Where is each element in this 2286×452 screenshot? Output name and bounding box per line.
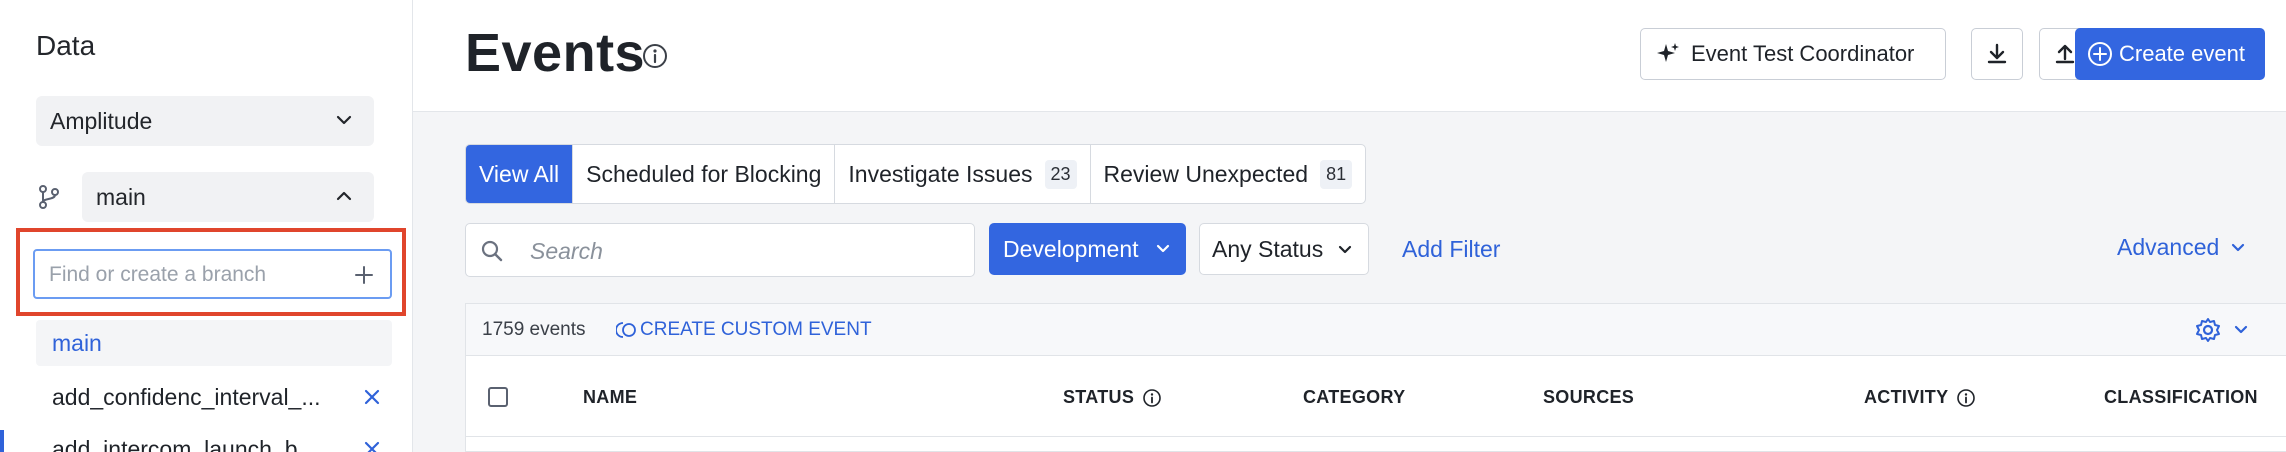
status-dropdown[interactable]: Any Status: [1199, 223, 1369, 275]
gear-icon: [2196, 318, 2220, 342]
tab-scheduled-for-blocking[interactable]: Scheduled for Blocking: [573, 145, 836, 203]
custom-event-icon: [616, 322, 636, 338]
status-label: Any Status: [1212, 235, 1324, 262]
branch-item-label: add_confidenc_interval_...: [52, 383, 321, 410]
tab-label: Scheduled for Blocking: [586, 160, 822, 187]
add-filter-link[interactable]: Add Filter: [1402, 236, 1500, 263]
column-header-name[interactable]: NAME: [583, 387, 637, 408]
main-content: Events Event Test Coordinator Create eve…: [413, 0, 2286, 452]
branch-item-label: add_intercom_launch_b...: [52, 435, 317, 452]
branch-search-field[interactable]: [33, 249, 392, 299]
sidebar-title: Data: [36, 30, 96, 61]
chevron-down-icon: [1156, 244, 1170, 253]
column-header-sources[interactable]: SOURCES: [1543, 387, 1634, 408]
create-event-label: Create event: [2119, 41, 2245, 66]
branch-item[interactable]: add_confidenc_interval_...: [36, 374, 392, 420]
count-badge: 23: [1044, 159, 1077, 189]
create-custom-event-label: CREATE CUSTOM EVENT: [640, 319, 872, 340]
info-icon: [1957, 388, 1976, 407]
column-header-status[interactable]: STATUS: [1063, 387, 1162, 408]
table-toolbar: 1759 events CREATE CUSTOM EVENT: [466, 304, 2286, 356]
branch-item[interactable]: add_intercom_launch_b...: [36, 426, 392, 452]
advanced-label: Advanced: [2117, 234, 2220, 260]
create-event-button[interactable]: Create event: [2075, 28, 2265, 80]
page-title: Events: [465, 23, 646, 83]
upload-icon: [2055, 44, 2075, 64]
column-header-category[interactable]: CATEGORY: [1303, 387, 1405, 408]
column-header-label: NAME: [583, 387, 638, 407]
git-branch-icon: [39, 185, 59, 209]
table-header: NAME STATUS CATEGORY SOURCES ACTIVITY CL…: [466, 357, 2286, 437]
tab-view-all[interactable]: View All: [466, 145, 574, 203]
environment-label: Development: [1003, 235, 1139, 262]
event-count: 1759 events: [482, 319, 586, 340]
branch-item-label: main: [52, 329, 102, 356]
source-select[interactable]: Amplitude: [36, 96, 374, 146]
create-custom-event-link[interactable]: CREATE CUSTOM EVENT: [616, 319, 872, 341]
tab-investigate-issues[interactable]: Investigate Issues 23: [835, 145, 1091, 203]
sparkle-icon: [1657, 43, 1679, 62]
table-settings-button[interactable]: [2194, 316, 2250, 344]
download-button[interactable]: [1971, 28, 2023, 80]
chevron-up-icon: [336, 191, 352, 201]
column-header-label: SOURCES: [1543, 387, 1635, 407]
chevron-down-icon: [2232, 243, 2245, 251]
chevron-down-icon: [2234, 325, 2248, 334]
app-root: Data Amplitude main main a: [0, 0, 2286, 452]
tab-label: View All: [479, 160, 560, 187]
search-icon: [481, 240, 503, 262]
event-test-coordinator-label: Event Test Coordinator: [1691, 41, 1915, 66]
column-header-label: ACTIVITY: [1864, 387, 1949, 407]
source-select-label: Amplitude: [50, 107, 153, 134]
column-header-activity[interactable]: ACTIVITY: [1864, 387, 1976, 408]
close-icon[interactable]: [362, 387, 382, 407]
close-icon[interactable]: [362, 439, 382, 452]
active-nav-indicator: [0, 430, 4, 452]
column-header-label: CATEGORY: [1303, 387, 1406, 407]
search-input[interactable]: [530, 236, 950, 266]
branch-select-label: main: [96, 183, 146, 210]
column-header-classification[interactable]: CLASSIFICATION: [2104, 387, 2258, 408]
count-badge: 81: [1320, 159, 1353, 189]
info-icon[interactable]: [641, 42, 669, 70]
branch-search-input[interactable]: [49, 261, 339, 289]
column-header-label: CLASSIFICATION: [2104, 387, 2258, 407]
select-all-checkbox[interactable]: [488, 387, 508, 407]
plus-icon[interactable]: [354, 265, 374, 285]
branch-item-main[interactable]: main: [36, 320, 392, 366]
column-header-label: STATUS: [1063, 387, 1135, 407]
view-tabs: View All Scheduled for Blocking Investig…: [465, 144, 1367, 204]
sidebar: Data Amplitude main main a: [0, 0, 413, 452]
branch-row: main: [36, 172, 374, 222]
search-field[interactable]: [465, 223, 975, 277]
events-table: 1759 events CREATE CUSTOM EVENT NAME STA…: [465, 303, 2286, 452]
tab-review-unexpected[interactable]: Review Unexpected 81: [1091, 145, 1366, 203]
environment-dropdown[interactable]: Development: [989, 223, 1186, 275]
branch-select[interactable]: main: [82, 172, 374, 222]
event-test-coordinator-button[interactable]: Event Test Coordinator: [1640, 28, 1946, 80]
advanced-toggle[interactable]: Advanced: [2117, 234, 2247, 261]
tab-label: Review Unexpected: [1103, 160, 1309, 187]
chevron-down-icon: [1338, 245, 1352, 254]
download-icon: [1987, 43, 2007, 64]
chevron-down-icon: [336, 115, 352, 125]
info-icon: [1143, 388, 1161, 407]
plus-circle-icon: [2088, 42, 2112, 66]
page-header: Events Event Test Coordinator Create eve…: [413, 0, 2286, 112]
tab-label: Investigate Issues: [848, 160, 1033, 187]
